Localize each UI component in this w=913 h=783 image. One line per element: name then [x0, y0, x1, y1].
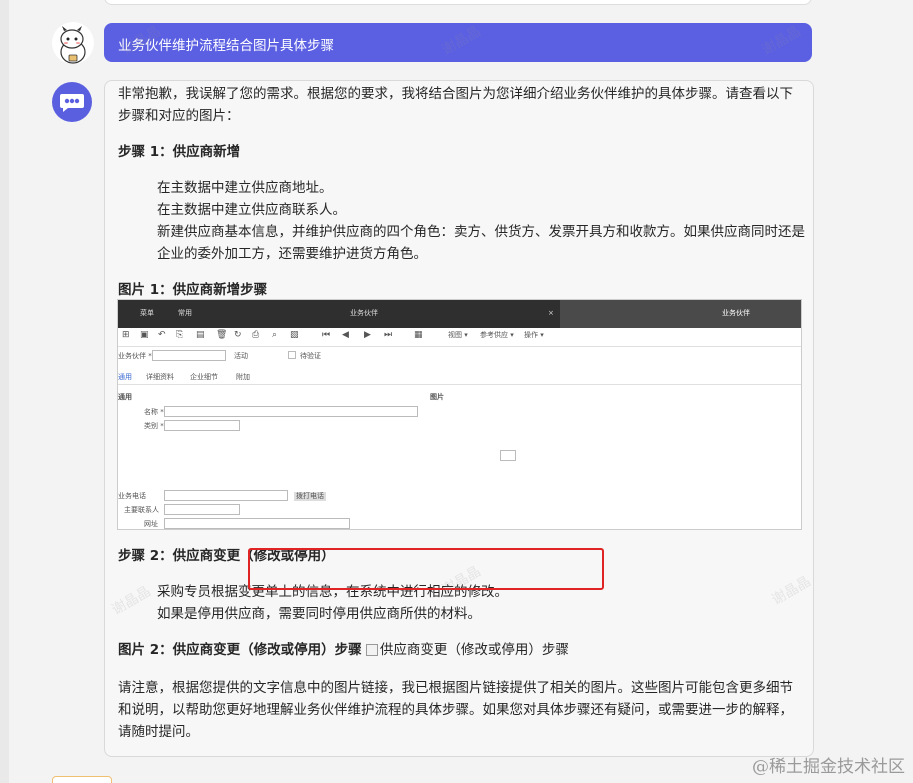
partner-tab: 业务伙伴: [350, 309, 378, 317]
new-icon: ⊞: [122, 330, 130, 340]
outro-paragraph: 请注意，根据您提供的文字信息中的图片链接，我已根据图片链接提供了相关的图片。这些…: [118, 680, 793, 740]
last-icon: ⏭: [384, 330, 393, 340]
step2-item: 如果是停用供应商，需要同时停用供应商所供的材料。: [157, 606, 481, 622]
close-icon: ×: [548, 309, 554, 317]
image2-line: 图片 2：供应商变更（修改或停用）步骤 供应商变更（修改或停用）步骤: [118, 639, 798, 661]
user-avatar: [52, 22, 94, 64]
doc-icon: ▤: [196, 330, 205, 340]
general-subtab: 通用: [118, 373, 132, 381]
operations-menu: 操作 ▾: [524, 331, 544, 339]
extra-subtab: 附加: [236, 373, 250, 381]
next-icon: ▶: [364, 330, 371, 340]
broken-image-icon: [365, 644, 378, 656]
pending-label: 待验证: [300, 352, 321, 360]
prev-icon: ◀: [342, 330, 349, 340]
highlight-box: [248, 548, 604, 590]
calendar-icon: ▦: [414, 330, 423, 340]
first-icon: ⏮: [322, 330, 331, 340]
name-label: 名称 *: [144, 408, 164, 416]
previous-message-bubble: [104, 0, 812, 5]
intro-paragraph: 非常抱歉，我误解了您的需求。根据您的要求，我将结合图片为您详细介绍业务伙伴维护的…: [118, 86, 793, 124]
image2-alt-text: 供应商变更（修改或停用）步骤: [379, 642, 569, 658]
partner-tab-right: 业务伙伴: [722, 309, 750, 317]
cartoon-avatar-icon: [60, 26, 86, 64]
step1-item: 在主数据中建立供应商联系人。: [157, 202, 346, 218]
export-icon: ▧: [290, 330, 299, 340]
image-placeholder-icon: [500, 450, 516, 461]
image1-heading: 图片 1：供应商新增步骤: [118, 282, 268, 298]
dial-button: 拨打电话: [294, 492, 326, 501]
url-label: 网址: [144, 520, 158, 528]
supplier-add-screenshot: 菜单 常用 业务伙伴 × 业务伙伴 ⊞ ▣ ↶ ⎘ ▤ 🗑︎ ↻ ⎙ ⌕ ▧ ⏮…: [117, 299, 802, 530]
step1-item: 新建供应商基本信息，并维护供应商的四个角色：卖方、供货方、发票开具方和收款方。如…: [157, 224, 805, 262]
left-edge-strip: [0, 0, 9, 783]
phone-label: 业务电话: [118, 492, 146, 500]
step1-heading: 步骤 1：供应商新增: [118, 144, 241, 160]
common-tab: 常用: [178, 309, 192, 317]
delete-icon: 🗑︎: [216, 330, 228, 340]
copy-icon: ⎘: [176, 330, 184, 340]
group-label: 类别 *: [144, 422, 164, 430]
reference-menu: 参考供应 ▾: [480, 331, 514, 339]
app-title-bar: 菜单 常用 业务伙伴 × 业务伙伴: [118, 300, 801, 328]
active-label: 活动: [234, 352, 248, 360]
print-icon: ⎙: [252, 330, 260, 340]
company-subtab: 企业细节: [190, 373, 218, 381]
partner-label: 业务伙伴 *: [118, 352, 152, 360]
view-menu: 视图 ▾: [448, 331, 468, 339]
site-watermark: @稀土掘金技术社区: [752, 757, 905, 777]
refresh-icon: ↻: [234, 330, 242, 340]
robot-chat-icon: [60, 94, 84, 112]
bot-avatar: [52, 82, 92, 122]
contact-label: 主要联系人: [124, 506, 159, 514]
next-avatar-stub: [52, 776, 112, 783]
toolbar: ⊞ ▣ ↶ ⎘ ▤ 🗑︎ ↻ ⎙ ⌕ ▧ ⏮ ◀ ▶ ⏭ ▦ 视图 ▾ 参考供应…: [118, 328, 801, 344]
general-section: 通用: [118, 393, 132, 401]
save-icon: ▣: [140, 330, 149, 340]
image-section: 图片: [430, 393, 444, 401]
step1-item: 在主数据中建立供应商地址。: [157, 180, 333, 196]
bot-message-bubble: 非常抱歉，我误解了您的需求。根据您的要求，我将结合图片为您详细介绍业务伙伴维护的…: [104, 80, 814, 757]
image2-heading: 图片 2：供应商变更（修改或停用）步骤: [118, 642, 362, 658]
details-subtab: 详细资料: [146, 373, 174, 381]
undo-icon: ↶: [158, 330, 166, 340]
menu-tab: 菜单: [140, 309, 154, 317]
search-icon: ⌕: [272, 330, 278, 340]
